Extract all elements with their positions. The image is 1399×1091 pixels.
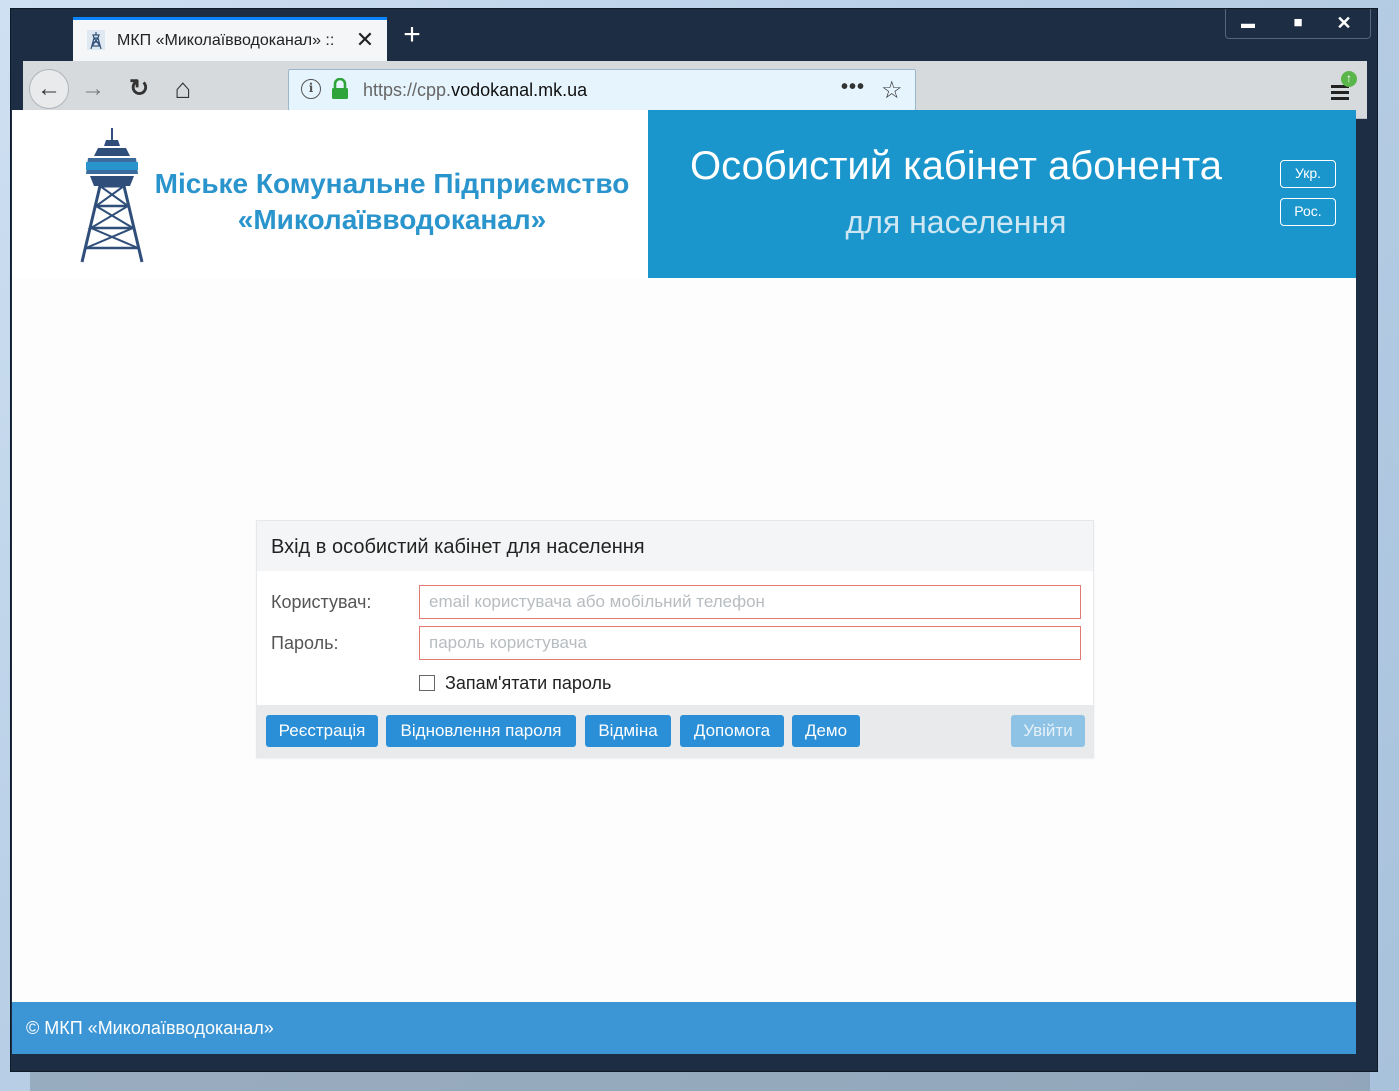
register-button[interactable]: Реєстрація [266, 715, 378, 747]
water-tower-logo-icon [80, 128, 144, 263]
remember-checkbox[interactable] [419, 675, 435, 691]
home-icon[interactable]: ⌂ [163, 69, 203, 109]
footer-copyright: © МКП «Миколаївводоканал» [26, 1018, 274, 1038]
water-tower-favicon-icon [87, 30, 105, 50]
organization-name: Міське Комунальне Підприємство «Миколаїв… [152, 166, 632, 238]
login-panel-footer: Реєстрація Відновлення пароля Відміна До… [257, 705, 1093, 757]
minimize-icon[interactable]: ▬ [1228, 11, 1268, 35]
header-banner: Особистий кабінет абонента для населення… [648, 110, 1356, 278]
cancel-button[interactable]: Відміна [585, 715, 671, 747]
window-controls: ▬ ■ ✕ [1225, 9, 1371, 39]
demo-button[interactable]: Демо [792, 715, 860, 747]
recover-password-button[interactable]: Відновлення пароля [386, 715, 576, 747]
lang-ukr-button[interactable]: Укр. [1280, 160, 1336, 188]
login-panel-header: Вхід в особистий кабінет для населення [257, 521, 1093, 571]
bookmark-star-icon[interactable]: ☆ [881, 76, 903, 105]
org-name-line2: «Миколаївводоканал» [237, 204, 547, 235]
reload-icon[interactable]: ↻ [119, 69, 159, 109]
portal-subtitle: для населення [845, 204, 1067, 240]
hamburger-menu-icon[interactable]: ↑ [1327, 71, 1357, 107]
user-input[interactable] [419, 585, 1081, 619]
close-window-icon[interactable]: ✕ [1324, 11, 1364, 35]
page-viewport: Міське Комунальне Підприємство «Миколаїв… [12, 110, 1356, 1002]
page-footer: © МКП «Миколаївводоканал» [12, 1002, 1356, 1054]
portal-title: Особистий кабінет абонента [690, 144, 1222, 188]
org-name-line1: Міське Комунальне Підприємство [154, 168, 630, 199]
url-host: vodokanal.mk.ua [451, 80, 588, 100]
lock-icon [332, 78, 348, 99]
page-actions-icon[interactable]: ••• [841, 76, 865, 99]
login-button[interactable]: Увійти [1011, 715, 1085, 747]
site-info-icon[interactable]: i [301, 79, 321, 99]
password-label: Пароль: [271, 633, 339, 653]
lang-rus-button[interactable]: Рос. [1280, 198, 1336, 226]
help-button[interactable]: Допомога [680, 715, 784, 747]
url-text[interactable]: https://cpp.vodokanal.mk.ua [363, 80, 587, 101]
new-tab-icon[interactable]: + [397, 20, 427, 51]
url-bar[interactable]: i https://cpp.vodokanal.mk.ua ••• ☆ [288, 69, 916, 111]
remember-label[interactable]: Запам'ятати пароль [445, 673, 611, 694]
maximize-icon[interactable]: ■ [1278, 11, 1318, 35]
tab-close-icon[interactable]: ✕ [353, 26, 377, 54]
login-title: Вхід в особистий кабінет для населення [271, 536, 645, 558]
update-badge-icon: ↑ [1341, 71, 1357, 87]
header-branding: Міське Комунальне Підприємство «Миколаїв… [12, 110, 648, 278]
user-label: Користувач: [271, 592, 372, 612]
back-arrow-icon[interactable]: ← [29, 69, 69, 109]
url-scheme: https://cpp. [363, 80, 452, 100]
password-input[interactable] [419, 626, 1081, 660]
title-bar: МКП «Миколаївводоканал» :: ✕ + ▬ ■ ✕ [11, 9, 1377, 61]
browser-tab[interactable]: МКП «Миколаївводоканал» :: ✕ [73, 17, 387, 61]
forward-arrow-icon[interactable]: → [73, 69, 113, 109]
tab-title: МКП «Миколаївводоканал» :: [117, 32, 335, 49]
login-panel: Вхід в особистий кабінет для населення К… [256, 520, 1094, 758]
